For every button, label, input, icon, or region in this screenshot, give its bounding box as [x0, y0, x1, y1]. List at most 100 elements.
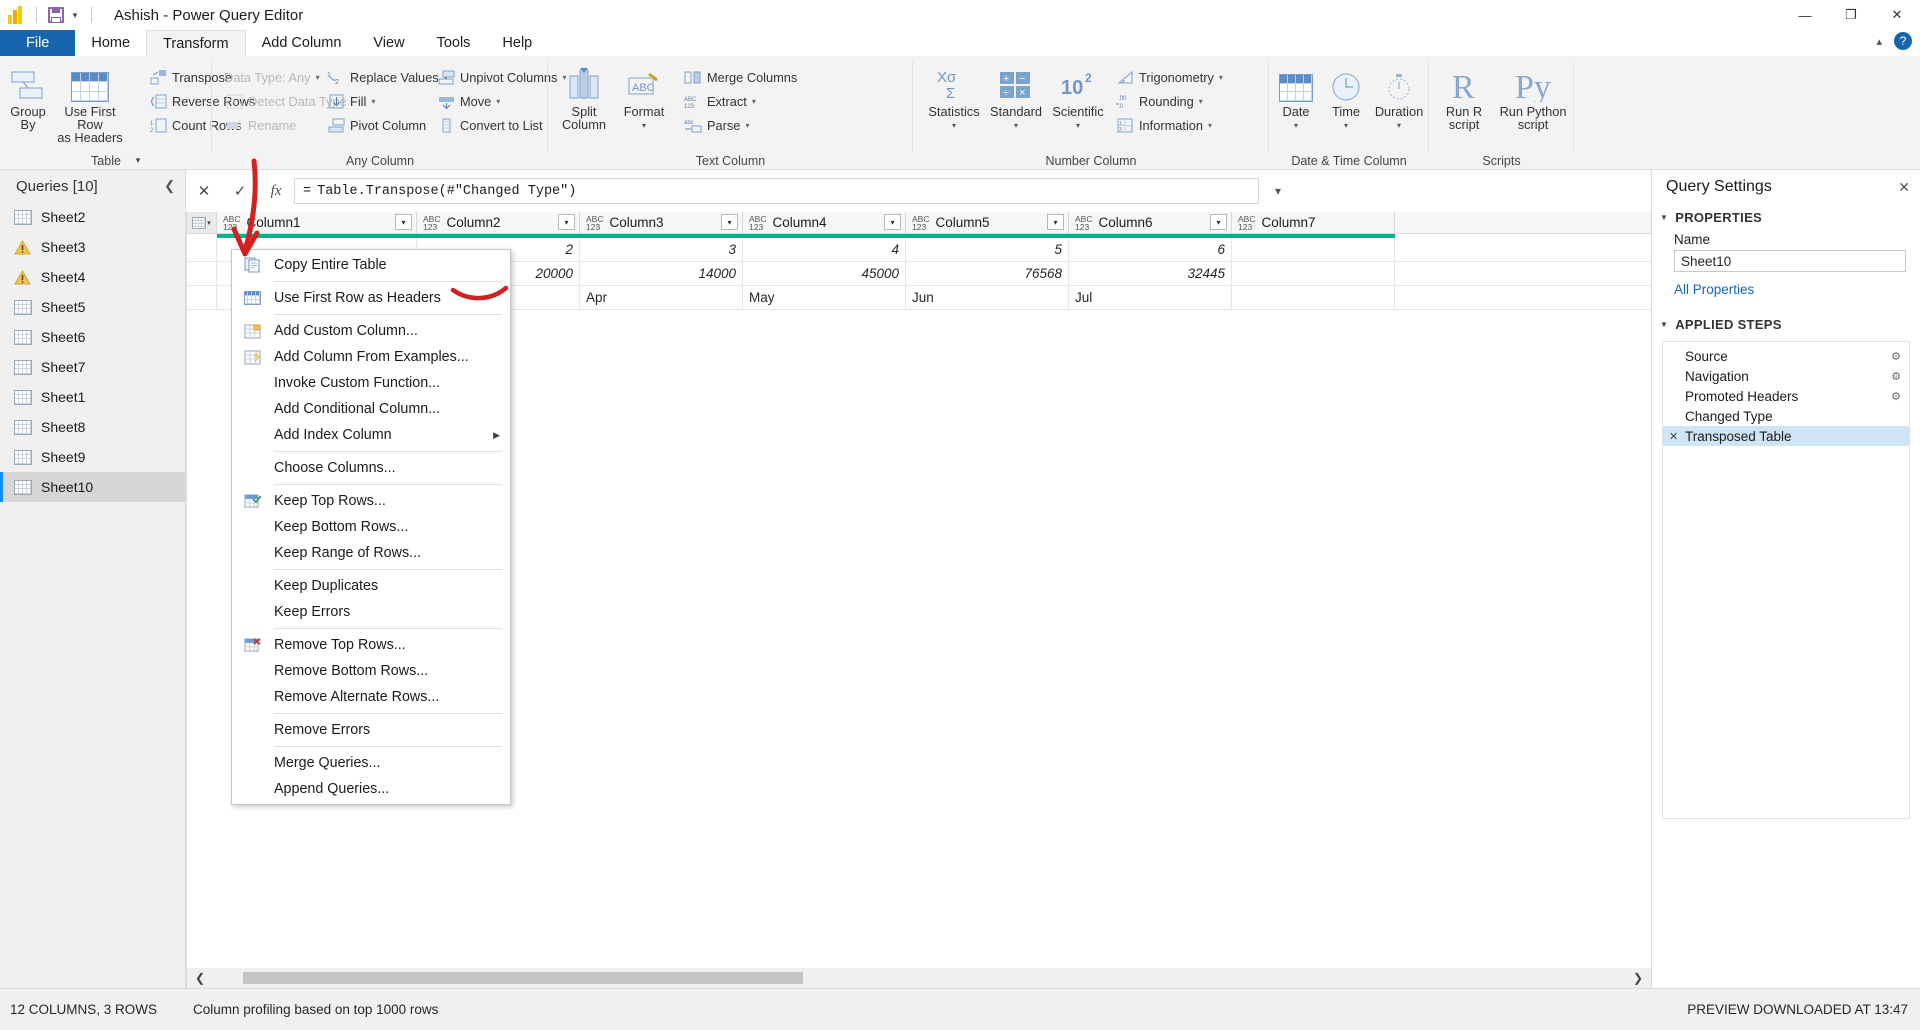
format-chevron-down-icon[interactable]: ▾ — [616, 119, 672, 132]
filter-chevron-down-icon[interactable]: ▾ — [1210, 214, 1227, 230]
query-item-sheet1[interactable]: Sheet1 — [0, 382, 185, 412]
duration-button[interactable]: Duration ▾ — [1371, 62, 1427, 132]
query-item-sheet5[interactable]: Sheet5 — [0, 292, 185, 322]
formula-cancel-close-icon[interactable]: ✕ — [186, 178, 222, 204]
tab-transform[interactable]: Transform — [146, 30, 246, 56]
column-header-column5[interactable]: ABC123 Column5 ▾ — [906, 212, 1069, 233]
standard-chevron-down-icon[interactable]: ▾ — [985, 119, 1047, 132]
column-header-column6[interactable]: ABC123 Column6 ▾ — [1069, 212, 1232, 233]
scrollbar-thumb[interactable] — [243, 972, 803, 984]
properties-section-header[interactable]: ▼ PROPERTIES — [1652, 204, 1920, 230]
parse-button[interactable]: abc Parse▾ — [683, 114, 749, 136]
scientific-chevron-down-icon[interactable]: ▾ — [1047, 119, 1109, 132]
column-header-column1[interactable]: ABC123 Column1 ▾ — [217, 212, 417, 233]
applied-step-changed-type[interactable]: Changed Type — [1663, 406, 1909, 426]
select-all-table-icon[interactable]: ▾ — [187, 212, 217, 233]
extract-button[interactable]: ABC123 Extract▾ — [683, 90, 756, 112]
menu-item-keep-duplicates[interactable]: Keep Duplicates — [232, 573, 510, 599]
all-properties-link[interactable]: All Properties — [1652, 272, 1920, 297]
formula-expand-chevron-down-icon[interactable]: ▾ — [1265, 184, 1291, 198]
menu-item-remove-bottom-rows[interactable]: Remove Bottom Rows... — [232, 658, 510, 684]
column-header-column2[interactable]: ABC123 Column2 ▾ — [417, 212, 580, 233]
menu-item-remove-top-rows[interactable]: Remove Top Rows... — [232, 632, 510, 658]
date-chevron-down-icon[interactable]: ▾ — [1271, 119, 1321, 132]
applied-step-navigation[interactable]: Navigation ⚙ — [1663, 366, 1909, 386]
customize-quick-access-chevron-down-icon[interactable]: ▾ — [69, 11, 81, 20]
applied-steps-section-header[interactable]: ▼ APPLIED STEPS — [1652, 311, 1920, 337]
tab-view[interactable]: View — [357, 30, 420, 56]
menu-item-remove-alternate-rows[interactable]: Remove Alternate Rows... — [232, 684, 510, 710]
split-column-button[interactable]: Split Column — [556, 62, 612, 131]
scroll-right-chevron-right-icon[interactable]: ❯ — [1625, 971, 1651, 985]
menu-item-remove-errors[interactable]: Remove Errors — [232, 717, 510, 743]
menu-item-keep-range-of-rows[interactable]: Keep Range of Rows... — [232, 540, 510, 566]
fill-button[interactable]: Fill▾ — [326, 90, 375, 112]
maximize-button[interactable]: ❐ — [1828, 0, 1874, 30]
gear-icon[interactable]: ⚙ — [1891, 350, 1901, 363]
run-python-script-button[interactable]: Py Run Python script — [1495, 62, 1571, 131]
gear-icon[interactable]: ⚙ — [1891, 370, 1901, 383]
close-query-settings-close-icon[interactable]: ✕ — [1898, 179, 1910, 196]
convert-to-list-button[interactable]: Convert to List — [436, 114, 543, 136]
standard-button[interactable]: +−÷× Standard ▾ — [985, 62, 1047, 132]
merge-columns-button[interactable]: Merge Columns — [683, 66, 797, 88]
horizontal-scrollbar[interactable]: ❮ ❯ — [187, 968, 1651, 988]
group-by-button[interactable]: Group By — [4, 62, 52, 131]
menu-item-merge-queries[interactable]: Merge Queries... — [232, 750, 510, 776]
filter-chevron-down-icon[interactable]: ▾ — [884, 214, 901, 230]
minimize-button[interactable]: — — [1782, 0, 1828, 30]
pivot-column-button[interactable]: Pivot Column — [326, 114, 426, 136]
use-first-row-as-headers-button[interactable]: Use First Row as Headers — [52, 62, 128, 144]
formula-accept-checkmark-icon[interactable]: ✓ — [222, 178, 258, 204]
format-button[interactable]: ABC Format ▾ — [616, 62, 672, 132]
query-name-input[interactable]: Sheet10 — [1674, 250, 1906, 272]
tab-tools[interactable]: Tools — [421, 30, 487, 56]
tab-file[interactable]: File — [0, 30, 75, 56]
query-item-sheet9[interactable]: Sheet9 — [0, 442, 185, 472]
delete-step-close-icon[interactable]: ✕ — [1669, 430, 1678, 443]
column-header-column3[interactable]: ABC123 Column3 ▾ — [580, 212, 743, 233]
filter-chevron-down-icon[interactable]: ▾ — [721, 214, 738, 230]
menu-item-add-column-from-examples[interactable]: Add Column From Examples... — [232, 344, 510, 370]
gear-icon[interactable]: ⚙ — [1891, 390, 1901, 403]
query-item-sheet7[interactable]: Sheet7 — [0, 352, 185, 382]
applied-step-promoted-headers[interactable]: Promoted Headers ⚙ — [1663, 386, 1909, 406]
rename-button[interactable]: Rename — [224, 114, 296, 136]
query-item-sheet10[interactable]: Sheet10 — [0, 472, 185, 502]
menu-item-keep-errors[interactable]: Keep Errors — [232, 599, 510, 625]
menu-item-invoke-custom-function[interactable]: Invoke Custom Function... — [232, 370, 510, 396]
query-item-sheet3[interactable]: Sheet3 — [0, 232, 185, 262]
fx-icon[interactable]: fx — [258, 178, 294, 204]
formula-input[interactable]: = Table.Transpose(#"Changed Type") — [294, 178, 1259, 204]
collapse-queries-chevron-left-icon[interactable]: ❮ — [164, 178, 175, 194]
query-item-sheet8[interactable]: Sheet8 — [0, 412, 185, 442]
time-button[interactable]: Time ▾ — [1321, 62, 1371, 132]
menu-item-add-index-column[interactable]: Add Index Column ▶ — [232, 422, 510, 448]
scrollbar-track[interactable] — [213, 972, 1625, 984]
replace-values-button[interactable]: 12 Replace Values▾ — [326, 66, 448, 88]
collapse-ribbon-chevron-up-icon[interactable]: ▴ — [1876, 35, 1882, 48]
statistics-button[interactable]: XσΣ Statistics ▾ — [923, 62, 985, 132]
column-header-column4[interactable]: ABC123 Column4 ▾ — [743, 212, 906, 233]
scroll-left-chevron-left-icon[interactable]: ❮ — [187, 971, 213, 985]
information-button[interactable]: 13 Information▾ — [1115, 114, 1212, 136]
filter-chevron-down-icon[interactable]: ▾ — [1047, 214, 1064, 230]
move-button[interactable]: Move▾ — [436, 90, 500, 112]
save-icon[interactable] — [47, 6, 65, 24]
filter-chevron-down-icon[interactable]: ▾ — [395, 214, 412, 230]
run-r-script-button[interactable]: R Run R script — [1433, 62, 1495, 131]
applied-step-source[interactable]: Source ⚙ — [1663, 346, 1909, 366]
menu-item-keep-bottom-rows[interactable]: Keep Bottom Rows... — [232, 514, 510, 540]
time-chevron-down-icon[interactable]: ▾ — [1321, 119, 1371, 132]
query-item-sheet6[interactable]: Sheet6 — [0, 322, 185, 352]
statistics-chevron-down-icon[interactable]: ▾ — [923, 119, 985, 132]
rounding-button[interactable]: .00.0 Rounding▾ — [1115, 90, 1203, 112]
tab-home[interactable]: Home — [75, 30, 146, 56]
duration-chevron-down-icon[interactable]: ▾ — [1371, 119, 1427, 132]
applied-step-transposed-table[interactable]: ✕ Transposed Table — [1663, 426, 1909, 446]
tab-add-column[interactable]: Add Column — [246, 30, 358, 56]
query-item-sheet4[interactable]: Sheet4 — [0, 262, 185, 292]
scientific-button[interactable]: 102 Scientific ▾ — [1047, 62, 1109, 132]
menu-item-add-conditional-column[interactable]: Add Conditional Column... — [232, 396, 510, 422]
menu-item-append-queries[interactable]: Append Queries... — [232, 776, 510, 802]
